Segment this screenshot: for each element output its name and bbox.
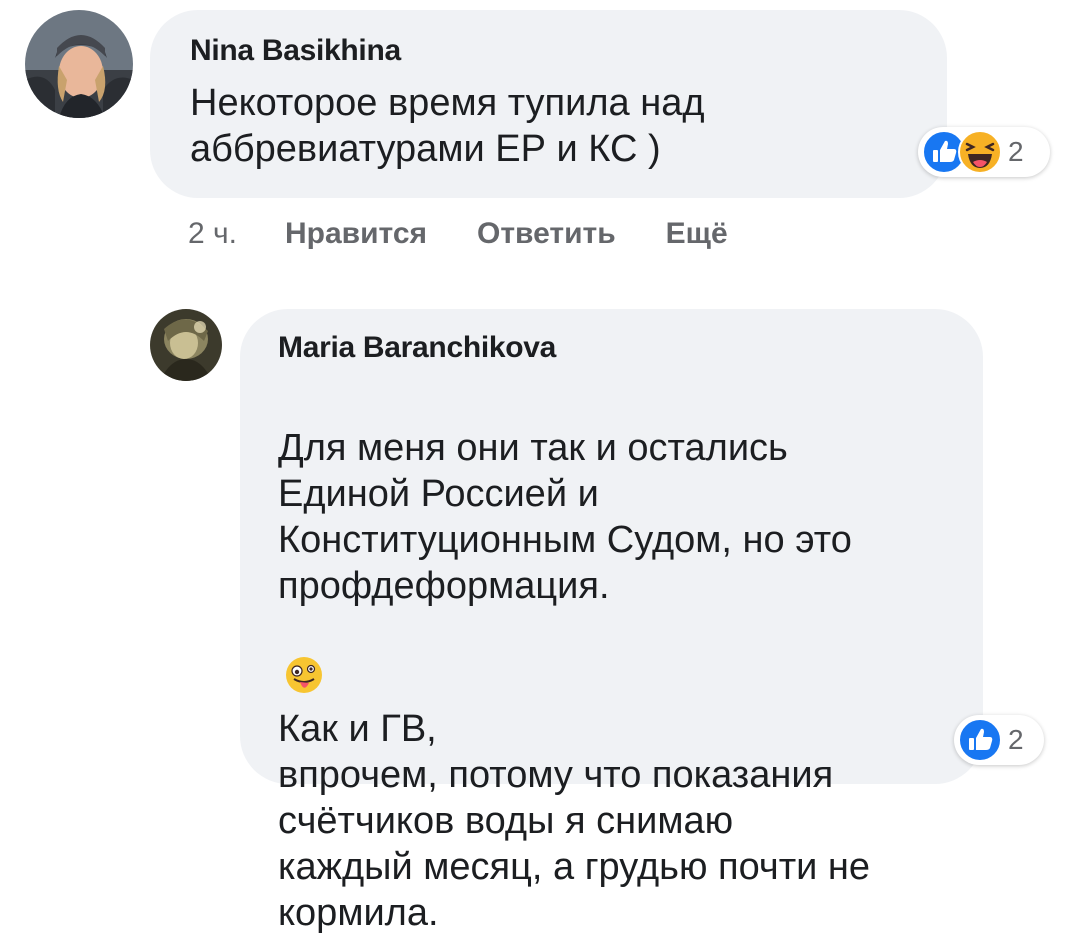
comment-actions-nina: 2 ч. Нравится Ответить Ещё <box>188 214 778 254</box>
reactions-summary-maria[interactable]: 2 <box>954 715 1044 765</box>
comment-timestamp[interactable]: 2 ч. <box>188 217 237 251</box>
comment-bubble-maria: Maria Baranchikova Для меня они так и ос… <box>240 309 983 934</box>
laugh-icon <box>958 130 1002 174</box>
avatar-nina[interactable] <box>25 10 133 118</box>
more-button[interactable]: Ещё <box>666 217 728 251</box>
comment-text: Некоторое время тупила над аббревиатурам… <box>190 82 705 170</box>
comment-text: Для меня они так и остались Единой Росси… <box>278 379 947 936</box>
zany-face-icon <box>284 609 324 706</box>
like-button[interactable]: Нравится <box>285 217 427 251</box>
reaction-count: 2 <box>1008 724 1024 755</box>
reactions-summary-nina[interactable]: 2 <box>918 127 1050 177</box>
comment-text-part1: Для меня они так и остались Единой Росси… <box>278 427 852 607</box>
comment-author[interactable]: Maria Baranchikova <box>278 331 947 365</box>
like-icon <box>958 718 1002 762</box>
comment-author[interactable]: Nina Basikhina <box>190 34 907 68</box>
reaction-count: 2 <box>1008 136 1024 167</box>
reply-button[interactable]: Ответить <box>477 217 616 251</box>
comment-text-part2: Как и ГВ, впрочем, потому что показания … <box>278 708 871 934</box>
comment-bubble-nina: Nina Basikhina Некоторое время тупила на… <box>150 10 947 198</box>
avatar-maria[interactable] <box>150 309 222 381</box>
